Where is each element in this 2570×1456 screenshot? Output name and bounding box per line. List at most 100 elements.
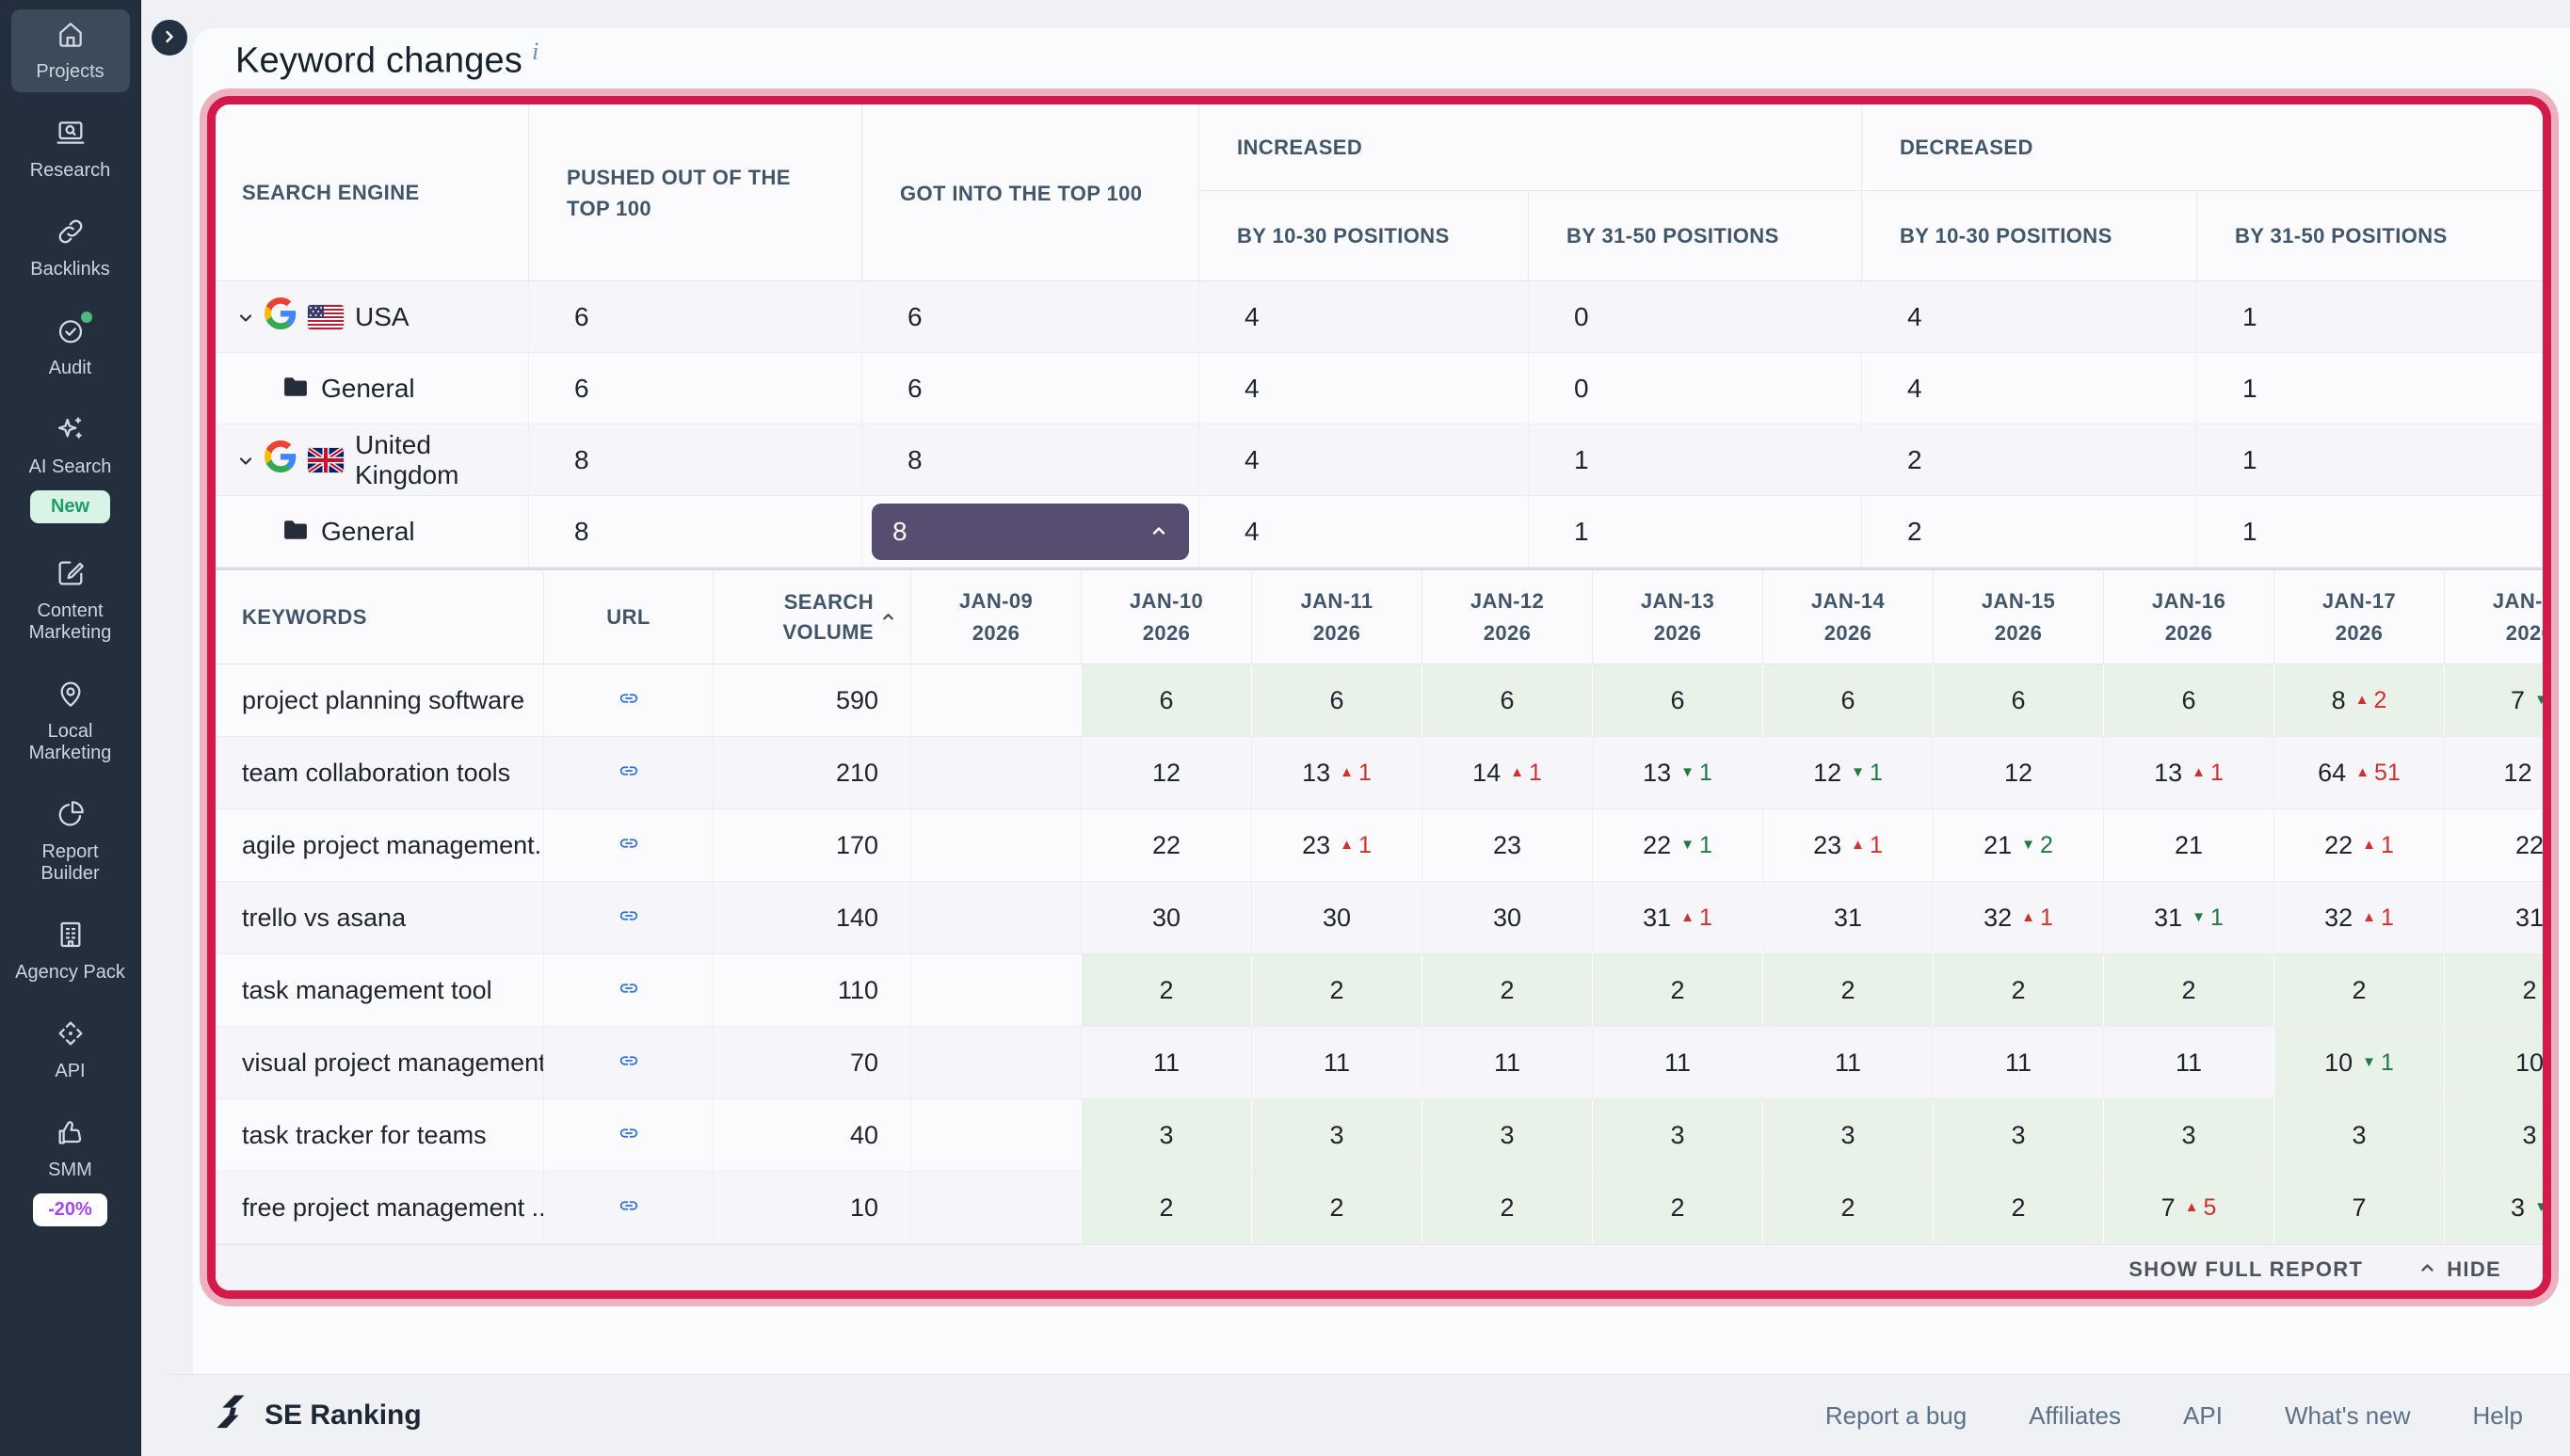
rank-cell: 11 xyxy=(1251,1027,1422,1098)
keyword-row[interactable]: project planning software 590 66666668▲2… xyxy=(216,664,2543,737)
date-column-header[interactable]: JAN-112026 xyxy=(1251,570,1422,664)
sidebar-item-audit[interactable]: Audit xyxy=(11,306,130,389)
value-cell: 0 xyxy=(1528,281,1861,352)
rank-cell: 11 xyxy=(1081,1027,1251,1098)
rank-cell: 31▼1 xyxy=(2103,882,2273,953)
col-header-decreased-10-30[interactable]: BY 10-30 POSITIONS xyxy=(1861,191,2196,281)
value-cell: 1 xyxy=(2196,424,2543,495)
col-header-increased-31-50[interactable]: BY 31-50 POSITIONS xyxy=(1528,191,1861,281)
rank-worse-indicator: ▲1 xyxy=(2362,832,2394,859)
rank-cell: 2 xyxy=(1933,954,2103,1026)
keyword-row[interactable]: team collaboration tools 210 1213▲114▲11… xyxy=(216,737,2543,809)
got-into-top-100-selected-button[interactable]: 8 xyxy=(872,504,1189,560)
keyword-row[interactable]: trello vs asana 140 30303031▲13132▲131▼1… xyxy=(216,882,2543,954)
col-header-keywords[interactable]: KEYWORDS xyxy=(216,570,543,664)
rank-cell: 11 xyxy=(1933,1027,2103,1098)
keyword-row[interactable]: visual project management 70 11111111111… xyxy=(216,1027,2543,1099)
footer-link-report-a-bug[interactable]: Report a bug xyxy=(1825,1401,1967,1431)
rank-cell: 12 xyxy=(1081,737,1251,808)
chevron-up-icon xyxy=(2419,1257,2435,1282)
footer-links: Report a bug Affiliates API What's new H… xyxy=(1825,1401,2523,1431)
url-cell[interactable] xyxy=(543,1172,713,1243)
url-cell[interactable] xyxy=(543,1099,713,1171)
date-column-header[interactable]: JAN-132026 xyxy=(1592,570,1762,664)
sidebar-item-smm[interactable]: SMM -20% xyxy=(11,1108,130,1236)
link-icon xyxy=(614,1193,644,1223)
rank-cell xyxy=(910,1027,1081,1098)
rank-worse-indicator: ▲5 xyxy=(2185,1194,2217,1222)
sidebar-item-agency-pack[interactable]: Agency Pack xyxy=(11,910,130,993)
col-header-pushed-out[interactable]: PUSHED OUT OF THE TOP 100 xyxy=(528,104,861,281)
date-column-header[interactable]: JAN-152026 xyxy=(1933,570,2103,664)
sidebar-item-local-marketing[interactable]: Local Marketing xyxy=(11,669,130,774)
keywords-table-header: KEYWORDS URL SEARCH VOLUME JAN-092026JAN… xyxy=(216,570,2543,664)
sidebar-item-projects[interactable]: Projects xyxy=(11,9,130,92)
col-header-search-volume[interactable]: SEARCH VOLUME xyxy=(713,570,910,664)
rank-cell: 3 xyxy=(1422,1099,1592,1171)
rank-better-indicator: ▼2 xyxy=(2021,832,2053,859)
sidebar-item-research[interactable]: Research xyxy=(11,108,130,191)
sidebar-item-content-marketing[interactable]: Content Marketing xyxy=(11,549,130,653)
url-cell[interactable] xyxy=(543,664,713,736)
col-header-decreased-31-50[interactable]: BY 31-50 POSITIONS xyxy=(2196,191,2543,281)
research-icon xyxy=(56,118,86,153)
url-cell[interactable] xyxy=(543,737,713,808)
footer-link-affiliates[interactable]: Affiliates xyxy=(2029,1401,2121,1431)
url-cell[interactable] xyxy=(543,882,713,953)
col-header-got-into[interactable]: GOT INTO THE TOP 100 xyxy=(861,104,1198,281)
folder-row-general[interactable]: General 6 6 4 0 4 1 xyxy=(216,353,2543,424)
footer-link-api[interactable]: API xyxy=(2183,1401,2223,1431)
rank-cell: 10 xyxy=(2444,1027,2551,1098)
value-cell: 1 xyxy=(1528,496,1861,567)
engine-row-usa[interactable]: USA 6 6 4 0 4 1 xyxy=(216,281,2543,353)
date-column-header[interactable]: JAN-102026 xyxy=(1081,570,1251,664)
date-column-header[interactable]: JAN-092026 xyxy=(910,570,1081,664)
url-cell[interactable] xyxy=(543,954,713,1026)
sidebar-item-report-builder[interactable]: Report Builder xyxy=(11,790,130,894)
sidebar-item-label: Audit xyxy=(49,358,92,379)
col-header-url[interactable]: URL xyxy=(543,570,713,664)
sidebar-item-backlinks[interactable]: Backlinks xyxy=(11,207,130,290)
rank-cell: 31 xyxy=(2444,882,2551,953)
rank-cell: 11 xyxy=(1422,1027,1592,1098)
brand[interactable]: SE Ranking xyxy=(212,1393,422,1438)
link-icon xyxy=(614,976,644,1005)
date-column-header[interactable]: JAN-122026 xyxy=(1422,570,1592,664)
rank-cell: 14▲1 xyxy=(1422,737,1592,808)
rank-cell: 31 xyxy=(1762,882,1933,953)
rank-cell: 22 xyxy=(2444,809,2551,881)
url-cell[interactable] xyxy=(543,809,713,881)
rank-cell: 21▼2 xyxy=(1933,809,2103,881)
info-icon[interactable]: i xyxy=(532,38,538,65)
footer-link-whats-new[interactable]: What's new xyxy=(2285,1401,2411,1431)
sidebar-expand-button[interactable] xyxy=(149,17,190,58)
date-column-header[interactable]: JAN-162026 xyxy=(2103,570,2273,664)
chevron-down-icon[interactable] xyxy=(238,445,253,475)
keyword-row[interactable]: task tracker for teams 40 333333333 xyxy=(216,1099,2543,1172)
footer-link-help[interactable]: Help xyxy=(2473,1401,2523,1431)
hide-button[interactable]: HIDE xyxy=(2419,1257,2501,1282)
chevron-down-icon[interactable] xyxy=(238,302,253,332)
chevron-up-icon xyxy=(1149,517,1168,547)
col-header-increased-10-30[interactable]: BY 10-30 POSITIONS xyxy=(1198,191,1528,281)
col-header-search-engine[interactable]: SEARCH ENGINE xyxy=(216,104,528,281)
url-cell[interactable] xyxy=(543,1027,713,1098)
date-column-header[interactable]: JAN-182026 xyxy=(2444,570,2551,664)
rank-cell: 2 xyxy=(1592,1172,1762,1243)
keyword-row[interactable]: free project management ... 10 2222227▲5… xyxy=(216,1172,2543,1244)
value-cell: 8 xyxy=(861,424,1198,495)
sidebar-item-api[interactable]: API xyxy=(11,1009,130,1092)
date-column-header[interactable]: JAN-172026 xyxy=(2273,570,2444,664)
keyword-row[interactable]: agile project management... 170 2223▲123… xyxy=(216,809,2543,882)
show-full-report-button[interactable]: SHOW FULL REPORT xyxy=(2128,1257,2363,1282)
keyword-row[interactable]: task management tool 110 222222222 xyxy=(216,954,2543,1027)
value-cell: 4 xyxy=(1198,281,1528,352)
sidebar-item-ai-search[interactable]: AI Search New xyxy=(11,405,130,533)
rank-cell: 6 xyxy=(2103,664,2273,736)
folder-row-general[interactable]: General 8 8 4 1 2 1 xyxy=(216,496,2543,568)
engine-row-united-kingdom[interactable]: United Kingdom 8 8 4 1 2 1 xyxy=(216,424,2543,496)
rank-cell: 7▲5 xyxy=(2103,1172,2273,1243)
date-column-header[interactable]: JAN-142026 xyxy=(1762,570,1933,664)
sidebar-item-label: Research xyxy=(30,160,111,182)
folder-icon xyxy=(283,374,308,404)
